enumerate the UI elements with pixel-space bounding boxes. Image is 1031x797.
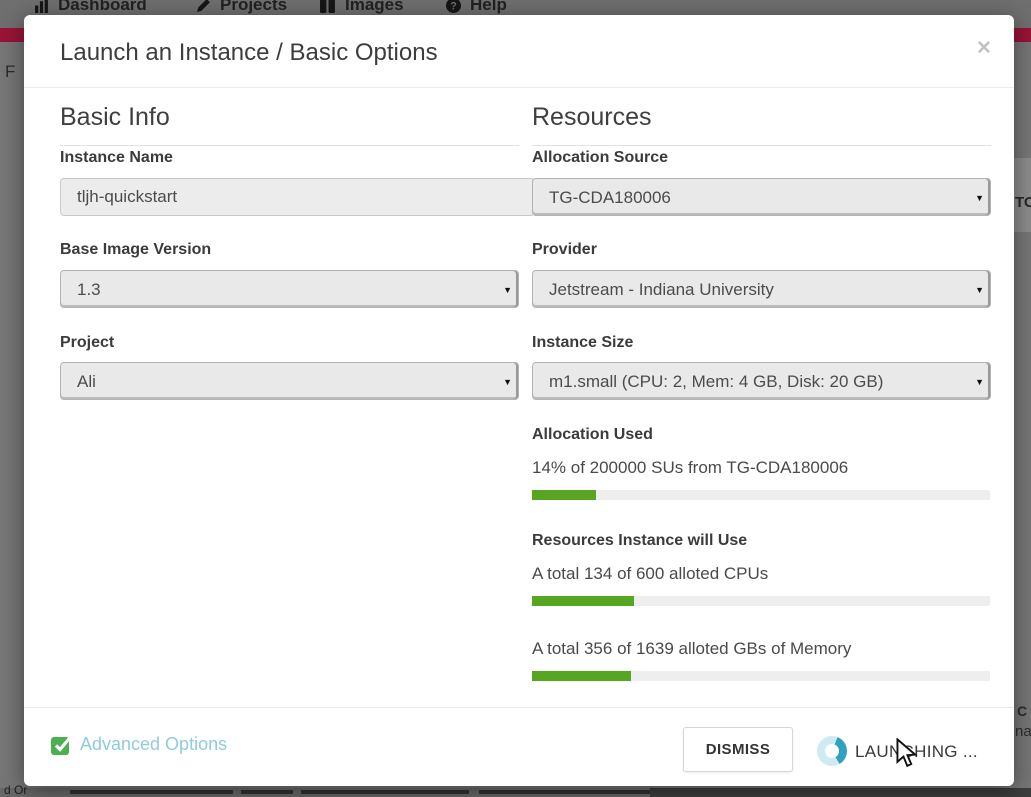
base-image-version-select[interactable]: 1.3 ▼: [60, 270, 519, 308]
background-band: TO: [1014, 158, 1031, 232]
screen: Dashboard Projects Images ? Help F TO C …: [0, 0, 1031, 797]
project-select[interactable]: Ali ▼: [60, 362, 519, 400]
nav-item-label: Help: [470, 0, 507, 15]
resources-section: Resources Allocation Source TG-CDA180006…: [532, 15, 991, 786]
memory-usage-progressbar: [532, 671, 990, 681]
instance-size-select[interactable]: m1.small (CPU: 2, Mem: 4 GB, Disk: 20 GB…: [532, 362, 991, 400]
cpu-usage-text: A total 134 of 600 alloted CPUs: [532, 564, 768, 583]
nav-item-label: Projects: [220, 0, 287, 15]
instance-usage-label: Resources Instance will Use: [532, 532, 747, 549]
allocation-used-progressbar: [532, 490, 990, 500]
chevron-down-icon: ▼: [503, 377, 512, 387]
svg-text:?: ?: [450, 0, 457, 12]
background-text-fragment: F: [5, 62, 15, 82]
help-icon: ?: [446, 0, 461, 13]
base-image-version-label: Base Image Version: [60, 241, 211, 258]
basic-info-heading: Basic Info: [60, 103, 519, 146]
allocation-source-select[interactable]: TG-CDA180006 ▼: [532, 178, 991, 216]
select-value: Jetstream - Indiana University: [549, 280, 774, 300]
footer-divider: [24, 707, 1014, 708]
advanced-options-label: Advanced Options: [80, 734, 227, 755]
cpu-usage-progressbar: [532, 596, 990, 606]
nav-item-label: Dashboard: [58, 0, 147, 15]
advanced-options-link[interactable]: Advanced Options: [50, 733, 227, 756]
progress-fill: [532, 671, 631, 681]
background-text-fragment: d Or: [4, 783, 27, 797]
provider-label: Provider: [532, 241, 597, 258]
images-icon: [320, 0, 336, 13]
background-bottom-strip: d Or: [0, 788, 1031, 797]
progress-fill: [532, 490, 596, 500]
background-text-fragment: na: [1015, 723, 1031, 740]
background-text-fragment: TO: [1015, 194, 1031, 211]
resources-heading: Resources: [532, 103, 991, 146]
select-value: 1.3: [77, 280, 101, 300]
allocation-source-label: Allocation Source: [532, 149, 668, 166]
instance-name-label: Instance Name: [60, 149, 173, 166]
select-value: TG-CDA180006: [549, 188, 671, 208]
allocation-used-label: Allocation Used: [532, 426, 653, 443]
select-value: Ali: [77, 372, 96, 392]
checkbox-checked-icon: [50, 733, 73, 756]
memory-usage-text: A total 356 of 1639 alloted GBs of Memor…: [532, 639, 851, 658]
project-label: Project: [60, 334, 114, 351]
progress-fill: [532, 596, 634, 606]
dismiss-button[interactable]: DISMISS: [683, 727, 793, 772]
select-value: m1.small (CPU: 2, Mem: 4 GB, Disk: 20 GB…: [549, 372, 883, 392]
background-text-fragment: C: [1017, 703, 1027, 719]
launch-instance-modal: Launch an Instance / Basic Options ✕ Bas…: [24, 15, 1014, 786]
chevron-down-icon: ▼: [975, 193, 984, 203]
provider-select[interactable]: Jetstream - Indiana University ▼: [532, 270, 991, 308]
mouse-cursor: [894, 738, 920, 773]
loading-spinner-icon: [817, 736, 847, 766]
bar-chart-icon: [34, 0, 49, 13]
chevron-down-icon: ▼: [503, 285, 512, 295]
pencil-icon: [196, 0, 211, 13]
nav-item-label: Images: [345, 0, 404, 15]
chevron-down-icon: ▼: [975, 285, 984, 295]
chevron-down-icon: ▼: [975, 377, 984, 387]
instance-name-input[interactable]: [60, 178, 535, 216]
basic-info-section: Basic Info Instance Name Base Image Vers…: [60, 15, 519, 786]
allocation-used-text: 14% of 200000 SUs from TG-CDA180006: [532, 458, 848, 477]
instance-size-label: Instance Size: [532, 334, 633, 351]
